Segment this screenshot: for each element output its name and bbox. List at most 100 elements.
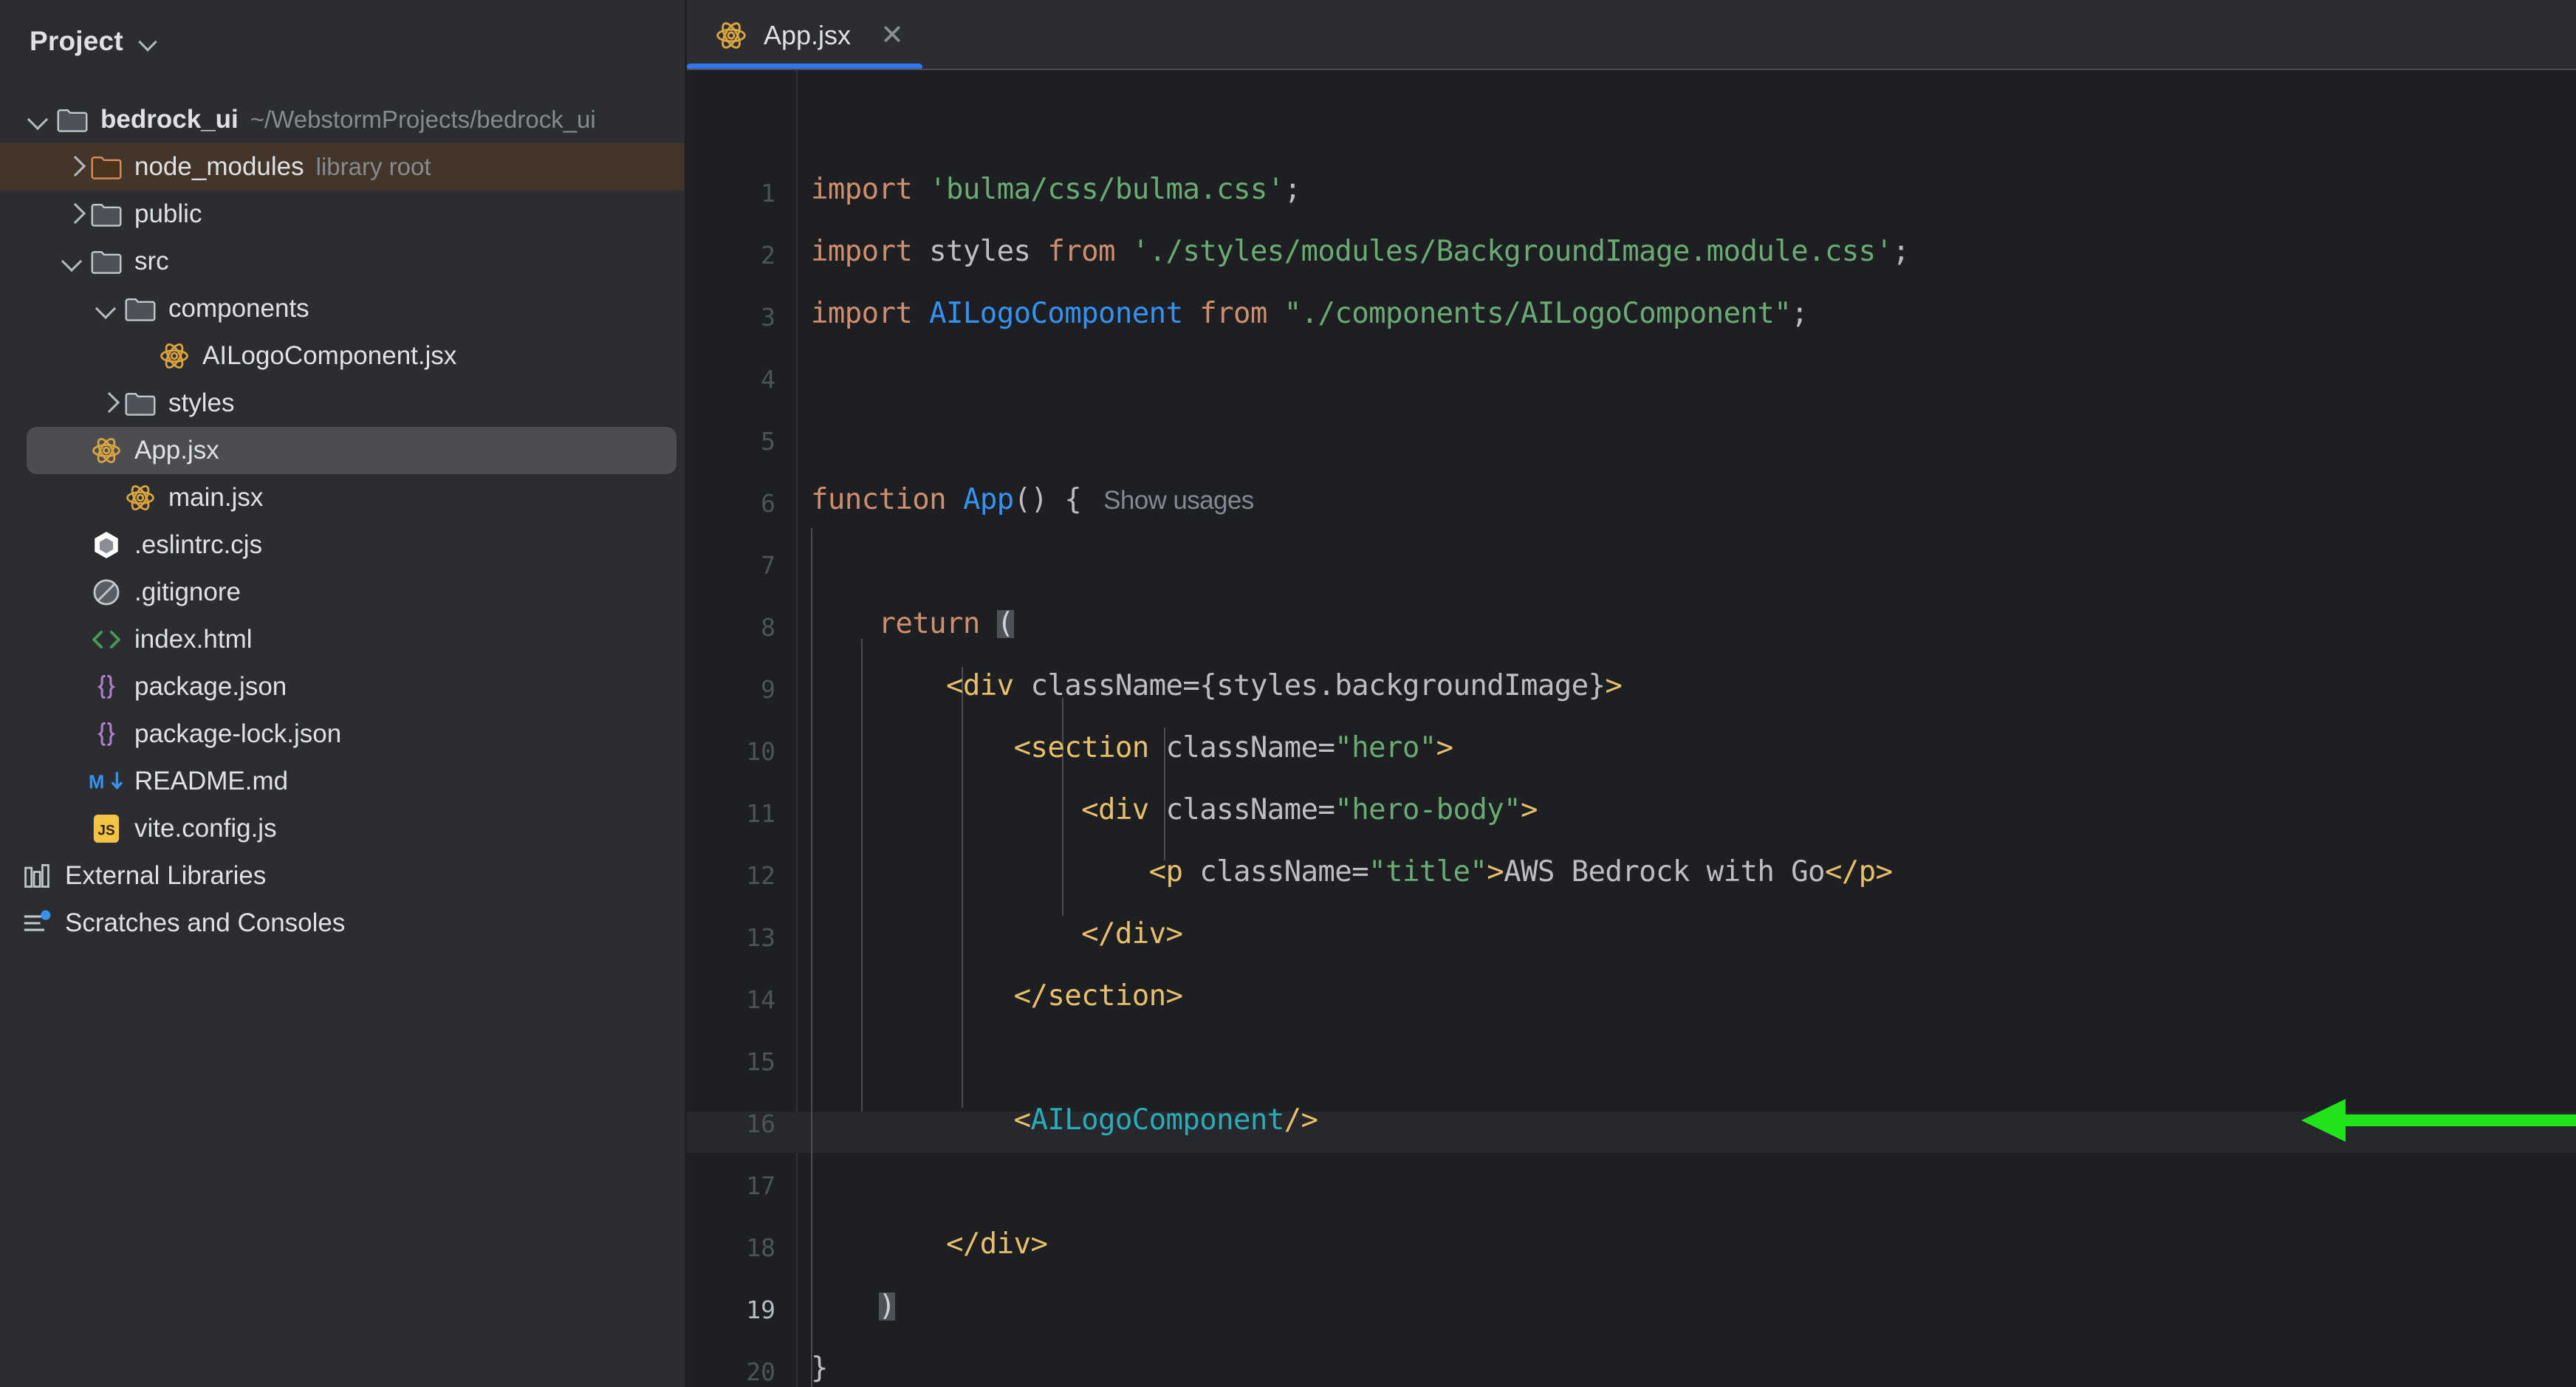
token-space — [912, 173, 929, 206]
token-space — [946, 483, 963, 516]
token-class: AILogoComponent — [929, 297, 1182, 330]
line-number: 10 — [687, 738, 775, 766]
code-editor[interactable]: 1 2 3 4 5 6 7 8 9 10 11 12 13 14 15 16 1… — [687, 70, 2576, 1387]
code-line-20[interactable]: } — [811, 1355, 828, 1383]
token-punct: ; — [1284, 173, 1301, 206]
token-string: './styles/modules/BackgroundImage.module… — [1132, 235, 1893, 268]
token-indent — [811, 855, 1149, 888]
tree-item-src[interactable]: src — [0, 238, 685, 285]
project-panel-header[interactable]: Project — [0, 0, 685, 83]
token-tag: <div — [946, 669, 1014, 702]
tree-item-label: components — [168, 294, 309, 323]
token-punct: } — [811, 1352, 828, 1385]
tree-item-vite-config-js[interactable]: JS vite.config.js — [0, 805, 685, 852]
markdown-icon: M — [89, 765, 124, 798]
code-line-10[interactable]: <section className="hero"> — [811, 734, 1453, 762]
tree-item-badge: library root — [316, 153, 431, 181]
line-number: 9 — [687, 676, 775, 704]
folder-icon — [123, 387, 158, 419]
token-function-name: App — [963, 483, 1014, 516]
token-attribute: className= — [1149, 731, 1335, 764]
tree-item-label: node_modules — [134, 152, 304, 182]
chevron-right-icon[interactable] — [59, 152, 89, 182]
project-sidebar: Project bedrock_ui ~/WebstormProjects/be… — [0, 0, 685, 1387]
code-line-6[interactable]: function App() {Show usages — [811, 486, 1254, 515]
token-keyword: from — [1047, 235, 1115, 268]
line-number: 15 — [687, 1048, 775, 1076]
tree-item-app-jsx[interactable]: App.jsx — [27, 427, 676, 474]
close-icon[interactable]: ✕ — [880, 21, 904, 49]
line-number: 12 — [687, 862, 775, 890]
tree-item-public[interactable]: public — [0, 191, 685, 238]
token-attribute: className= — [1014, 669, 1200, 702]
token-punct: ; — [1892, 235, 1909, 268]
token-keyword: function — [811, 483, 946, 516]
chevron-down-icon[interactable] — [59, 247, 89, 276]
code-line-12[interactable]: <p className="title">AWS Bedrock with Go… — [811, 858, 1892, 886]
tree-item-external-libraries[interactable]: External Libraries — [0, 852, 685, 900]
tree-item-scratches-and-consoles[interactable]: Scratches and Consoles — [0, 900, 685, 947]
token-tag: > — [1487, 855, 1504, 888]
tree-item-label: index.html — [134, 625, 253, 654]
code-line-11[interactable]: <div className="hero-body"> — [811, 796, 1538, 824]
token-punct: ; — [1791, 297, 1808, 330]
token-indent — [811, 1290, 879, 1323]
code-line-1[interactable]: import 'bulma/css/bulma.css'; — [811, 176, 1301, 204]
token-attribute: className= — [1149, 793, 1335, 826]
js-icon: JS — [89, 812, 124, 845]
folder-orange-icon — [89, 151, 124, 183]
token-indent — [811, 731, 1014, 764]
code-line-13[interactable]: </div> — [811, 920, 1182, 948]
tree-item-readme-md[interactable]: M README.md — [0, 758, 685, 805]
token-string: 'bulma/css/bulma.css' — [929, 173, 1284, 206]
tab-app-jsx[interactable]: App.jsx ✕ — [687, 0, 929, 70]
chevron-right-icon[interactable] — [93, 388, 123, 418]
tree-item-components[interactable]: components — [0, 285, 685, 332]
token-tag: <section — [1014, 731, 1149, 764]
tree-item-index-html[interactable]: index.html — [0, 616, 685, 663]
code-line-9[interactable]: <div className={styles.backgroundImage}> — [811, 672, 1622, 700]
react-icon — [123, 482, 158, 514]
line-number: 14 — [687, 986, 775, 1014]
libraries-icon — [19, 860, 55, 892]
tree-item-node-modules[interactable]: node_modules library root — [0, 143, 685, 191]
code-line-19[interactable]: ) — [811, 1292, 895, 1321]
token-indent — [811, 1103, 1014, 1137]
tree-item-styles[interactable]: styles — [0, 380, 685, 427]
code-line-3[interactable]: import AILogoComponent from "./component… — [811, 300, 1808, 328]
folder-icon — [89, 245, 124, 278]
line-number: 3 — [687, 304, 775, 332]
code-line-16[interactable]: <AILogoComponent/> — [811, 1106, 1318, 1134]
tree-item-main-jsx[interactable]: main.jsx — [0, 474, 685, 521]
token-space — [1115, 235, 1132, 268]
token-indent — [811, 979, 1014, 1013]
code-line-18[interactable]: </div> — [811, 1230, 1047, 1258]
token-tag: </section> — [1014, 979, 1183, 1013]
token-string: "hero" — [1335, 731, 1436, 764]
token-text-content: AWS Bedrock with Go — [1504, 855, 1825, 888]
inlay-hint-show-usages[interactable]: Show usages — [1103, 486, 1254, 515]
line-number: 16 — [687, 1110, 775, 1138]
token-tag: <div — [1081, 793, 1149, 826]
line-number: 4 — [687, 366, 775, 394]
tree-item-label: package-lock.json — [134, 719, 341, 749]
tree-item-gitignore[interactable]: .gitignore — [0, 569, 685, 616]
tree-item-package-json[interactable]: package.json — [0, 663, 685, 710]
code-line-14[interactable]: </section> — [811, 982, 1182, 1010]
chevron-down-icon[interactable] — [25, 105, 55, 134]
tree-item-eslintrc-cjs[interactable]: .eslintrc.cjs — [0, 521, 685, 569]
editor-pane: App.jsx ✕ 1 2 3 4 5 6 7 8 — [687, 0, 2576, 1387]
chevron-down-icon[interactable] — [138, 32, 157, 51]
chevron-right-icon[interactable] — [59, 199, 89, 229]
code-line-2[interactable]: import styles from './styles/modules/Bac… — [811, 238, 1909, 266]
code-line-8[interactable]: return ( — [811, 610, 1014, 638]
chevron-down-icon[interactable] — [93, 294, 123, 323]
react-icon — [715, 19, 747, 52]
token-identifier: styles — [912, 235, 1047, 268]
token-tag: > — [1521, 793, 1538, 826]
tree-item-package-lock-json[interactable]: package-lock.json — [0, 710, 685, 758]
tree-item-bedrock-ui[interactable]: bedrock_ui ~/WebstormProjects/bedrock_ui — [0, 96, 685, 143]
token-keyword: import — [811, 235, 912, 268]
tree-item-ailogocomponent-jsx[interactable]: AILogoComponent.jsx — [0, 332, 685, 380]
token-tag: </div> — [946, 1227, 1047, 1261]
